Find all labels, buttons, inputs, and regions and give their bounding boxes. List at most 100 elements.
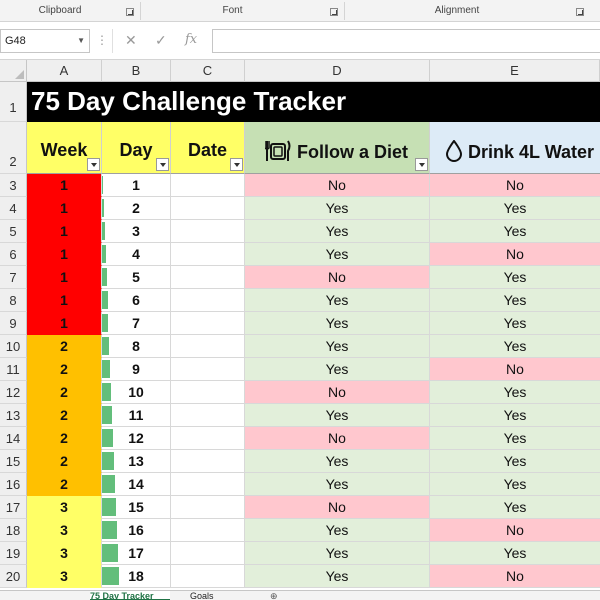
insert-function-icon[interactable]: fx bbox=[185, 32, 197, 47]
day-cell[interactable]: 1 bbox=[102, 174, 171, 197]
week-cell[interactable]: 2 bbox=[27, 335, 102, 358]
diet-cell[interactable]: No bbox=[245, 381, 430, 404]
row-header-15[interactable]: 15 bbox=[0, 450, 27, 473]
row-header-8[interactable]: 8 bbox=[0, 289, 27, 312]
week-cell[interactable]: 3 bbox=[27, 496, 102, 519]
day-cell[interactable]: 3 bbox=[102, 220, 171, 243]
row-header-7[interactable]: 7 bbox=[0, 266, 27, 289]
water-cell[interactable]: Yes bbox=[430, 473, 600, 496]
formula-input[interactable] bbox=[212, 29, 600, 53]
week-cell[interactable]: 1 bbox=[27, 197, 102, 220]
cancel-icon[interactable]: ✕ bbox=[125, 32, 137, 49]
diet-cell[interactable]: Yes bbox=[245, 473, 430, 496]
day-cell[interactable]: 18 bbox=[102, 565, 171, 588]
diet-cell[interactable]: Yes bbox=[245, 519, 430, 542]
sheet-tab-goals[interactable]: Goals bbox=[190, 591, 240, 600]
column-header-d[interactable]: D bbox=[245, 60, 430, 82]
sheet-title[interactable]: 75 Day Challenge Tracker bbox=[31, 86, 346, 117]
row-header-16[interactable]: 16 bbox=[0, 473, 27, 496]
chevron-down-icon[interactable]: ▼ bbox=[77, 30, 85, 52]
row-header-1[interactable]: 1 bbox=[0, 82, 27, 122]
week-cell[interactable]: 3 bbox=[27, 519, 102, 542]
week-cell[interactable]: 2 bbox=[27, 450, 102, 473]
row-header-5[interactable]: 5 bbox=[0, 220, 27, 243]
date-cell[interactable] bbox=[171, 404, 245, 427]
date-cell[interactable] bbox=[171, 450, 245, 473]
water-cell[interactable]: Yes bbox=[430, 197, 600, 220]
date-cell[interactable] bbox=[171, 174, 245, 197]
date-cell[interactable] bbox=[171, 358, 245, 381]
diet-cell[interactable]: Yes bbox=[245, 197, 430, 220]
date-cell[interactable] bbox=[171, 243, 245, 266]
column-header-e[interactable]: E bbox=[430, 60, 600, 82]
date-cell[interactable] bbox=[171, 220, 245, 243]
header-diet[interactable]: Follow a Diet bbox=[245, 122, 430, 174]
diet-cell[interactable]: Yes bbox=[245, 335, 430, 358]
filter-dropdown-icon[interactable] bbox=[230, 158, 243, 171]
day-cell[interactable]: 9 bbox=[102, 358, 171, 381]
row-header-11[interactable]: 11 bbox=[0, 358, 27, 381]
formula-bar-grip-icon[interactable]: ⋮ bbox=[96, 34, 108, 46]
water-cell[interactable]: Yes bbox=[430, 427, 600, 450]
water-cell[interactable]: No bbox=[430, 174, 600, 197]
enter-icon[interactable]: ✓ bbox=[155, 32, 167, 49]
week-cell[interactable]: 1 bbox=[27, 289, 102, 312]
date-cell[interactable] bbox=[171, 381, 245, 404]
water-cell[interactable]: Yes bbox=[430, 312, 600, 335]
date-cell[interactable] bbox=[171, 427, 245, 450]
row-header-17[interactable]: 17 bbox=[0, 496, 27, 519]
date-cell[interactable] bbox=[171, 266, 245, 289]
alignment-dialog-launcher-icon[interactable] bbox=[576, 8, 584, 16]
diet-cell[interactable]: No bbox=[245, 496, 430, 519]
row-header-10[interactable]: 10 bbox=[0, 335, 27, 358]
sheet-tab-75-day-tracker[interactable]: 75 Day Tracker bbox=[90, 591, 170, 600]
water-cell[interactable]: No bbox=[430, 358, 600, 381]
day-cell[interactable]: 10 bbox=[102, 381, 171, 404]
water-cell[interactable]: Yes bbox=[430, 289, 600, 312]
date-cell[interactable] bbox=[171, 542, 245, 565]
water-cell[interactable]: Yes bbox=[430, 542, 600, 565]
diet-cell[interactable]: Yes bbox=[245, 450, 430, 473]
add-sheet-icon[interactable]: ⊕ bbox=[270, 591, 284, 600]
row-header-9[interactable]: 9 bbox=[0, 312, 27, 335]
row-header-12[interactable]: 12 bbox=[0, 381, 27, 404]
day-cell[interactable]: 4 bbox=[102, 243, 171, 266]
diet-cell[interactable]: Yes bbox=[245, 358, 430, 381]
diet-cell[interactable]: No bbox=[245, 427, 430, 450]
day-cell[interactable]: 13 bbox=[102, 450, 171, 473]
water-cell[interactable]: Yes bbox=[430, 496, 600, 519]
header-week[interactable]: Week bbox=[27, 122, 102, 174]
header-date[interactable]: Date bbox=[171, 122, 245, 174]
day-cell[interactable]: 6 bbox=[102, 289, 171, 312]
row-header-13[interactable]: 13 bbox=[0, 404, 27, 427]
name-box[interactable]: G48 ▼ bbox=[0, 29, 90, 53]
select-all-button[interactable] bbox=[0, 60, 27, 82]
day-cell[interactable]: 2 bbox=[102, 197, 171, 220]
clipboard-dialog-launcher-icon[interactable] bbox=[126, 8, 134, 16]
week-cell[interactable]: 2 bbox=[27, 358, 102, 381]
week-cell[interactable]: 2 bbox=[27, 404, 102, 427]
week-cell[interactable]: 1 bbox=[27, 220, 102, 243]
filter-dropdown-icon[interactable] bbox=[156, 158, 169, 171]
diet-cell[interactable]: Yes bbox=[245, 542, 430, 565]
filter-dropdown-icon[interactable] bbox=[87, 158, 100, 171]
date-cell[interactable] bbox=[171, 335, 245, 358]
water-cell[interactable]: Yes bbox=[430, 450, 600, 473]
row-header-18[interactable]: 18 bbox=[0, 519, 27, 542]
diet-cell[interactable]: Yes bbox=[245, 289, 430, 312]
water-cell[interactable]: Yes bbox=[430, 335, 600, 358]
week-cell[interactable]: 1 bbox=[27, 312, 102, 335]
row-header-20[interactable]: 20 bbox=[0, 565, 27, 588]
column-header-c[interactable]: C bbox=[171, 60, 245, 82]
day-cell[interactable]: 15 bbox=[102, 496, 171, 519]
week-cell[interactable]: 3 bbox=[27, 565, 102, 588]
diet-cell[interactable]: Yes bbox=[245, 243, 430, 266]
diet-cell[interactable]: Yes bbox=[245, 312, 430, 335]
day-cell[interactable]: 7 bbox=[102, 312, 171, 335]
column-header-a[interactable]: A bbox=[27, 60, 102, 82]
week-cell[interactable]: 1 bbox=[27, 174, 102, 197]
date-cell[interactable] bbox=[171, 565, 245, 588]
row-header-4[interactable]: 4 bbox=[0, 197, 27, 220]
date-cell[interactable] bbox=[171, 519, 245, 542]
water-cell[interactable]: No bbox=[430, 519, 600, 542]
